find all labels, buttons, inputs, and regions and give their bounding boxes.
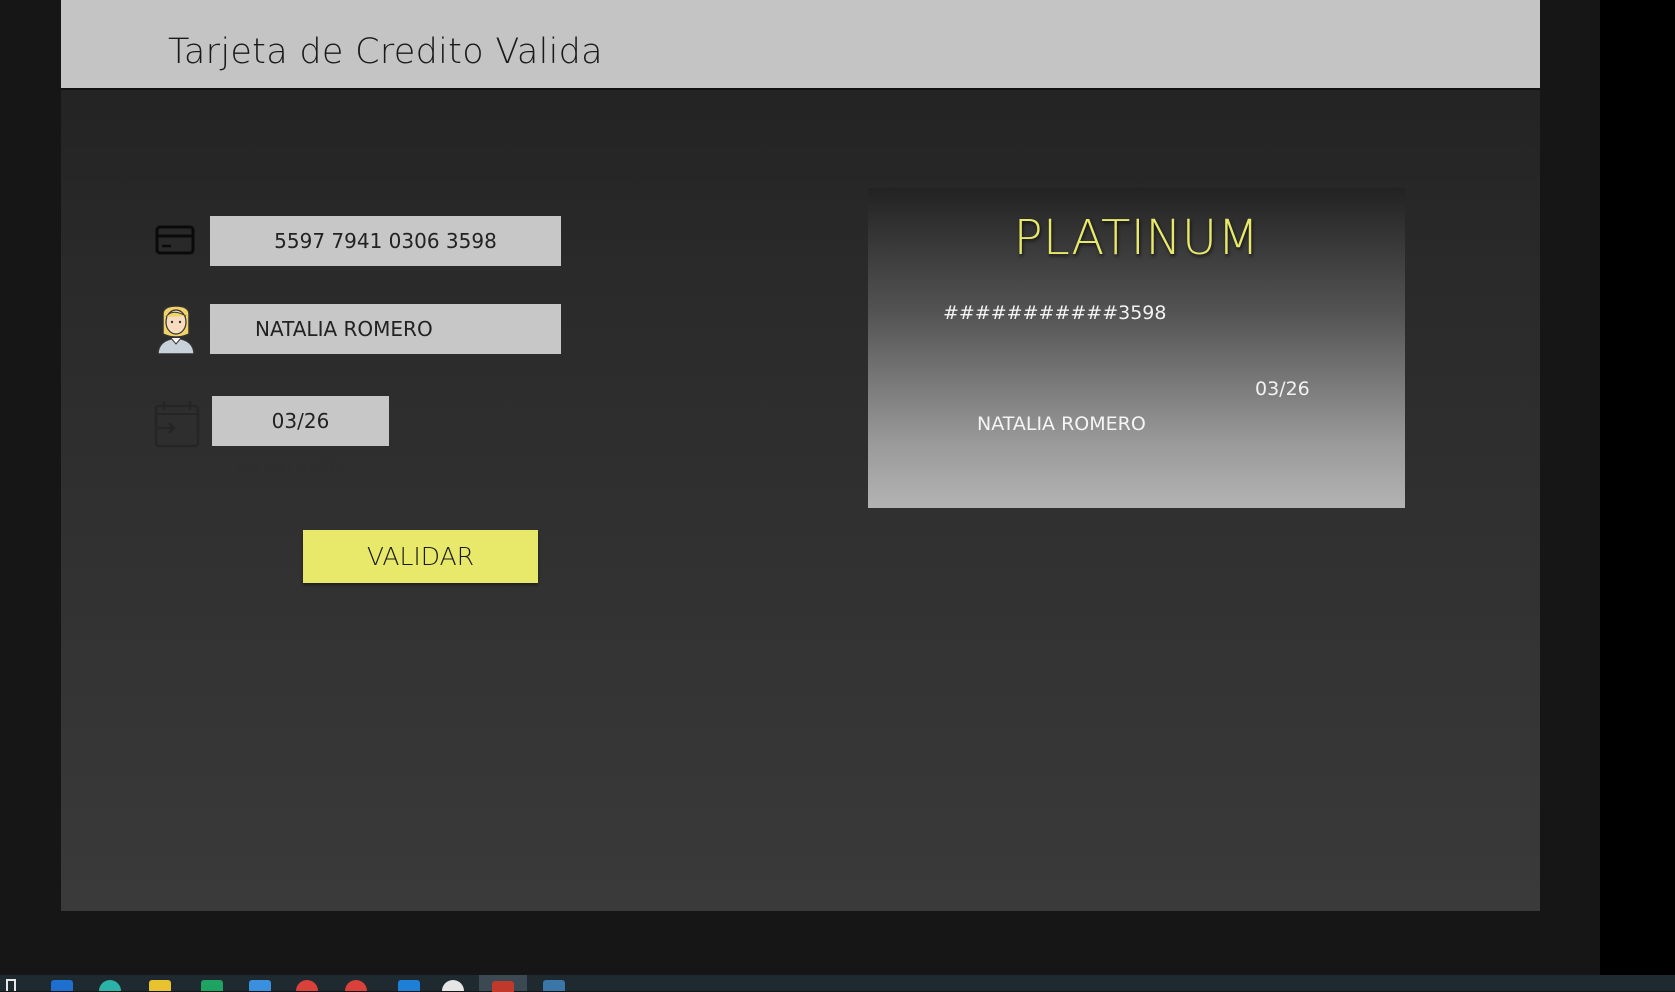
validate-button[interactable]: VALIDAR <box>303 530 538 583</box>
files-icon[interactable] <box>249 980 271 991</box>
card-tier-label: PLATINUM <box>1013 210 1260 266</box>
app-red2-icon[interactable] <box>345 980 367 991</box>
expiry-input[interactable]: 03/26 <box>212 396 389 446</box>
taskbar <box>0 975 1675 992</box>
app-window: Tarjeta de Credito Valida 5597 7941 0306… <box>61 0 1540 911</box>
page-title: Tarjeta de Credito Valida <box>168 32 603 72</box>
woman-user-icon <box>154 304 198 358</box>
active-app-icon[interactable] <box>492 981 514 992</box>
app-red-icon[interactable] <box>296 980 318 991</box>
card-number-input[interactable]: 5597 7941 0306 3598 <box>210 216 561 266</box>
calendar-icon <box>154 400 200 452</box>
card-preview: PLATINUM ###########3598 03/26 NATALIA R… <box>868 188 1405 508</box>
card-expiry: 03/26 <box>1255 378 1310 400</box>
chrome-icon[interactable] <box>442 980 464 991</box>
header-bar: Tarjeta de Credito Valida <box>61 0 1540 90</box>
python-icon[interactable] <box>543 980 565 991</box>
credit-card-icon <box>155 220 195 264</box>
window-edge <box>1600 0 1675 975</box>
active-app-slot[interactable] <box>479 975 527 992</box>
edge-icon[interactable] <box>51 980 73 991</box>
holder-name-input[interactable]: NATALIA ROMERO <box>210 304 561 354</box>
folder-icon[interactable] <box>149 980 171 991</box>
card-holder-name: NATALIA ROMERO <box>977 413 1146 435</box>
browser-icon[interactable] <box>99 980 121 991</box>
sheets-icon[interactable] <box>201 980 223 991</box>
vscode-icon[interactable] <box>398 980 420 991</box>
start-icon[interactable] <box>6 979 16 991</box>
expiry-label: VALIDO HASTA <box>236 460 346 478</box>
card-masked-number: ###########3598 <box>943 302 1167 324</box>
